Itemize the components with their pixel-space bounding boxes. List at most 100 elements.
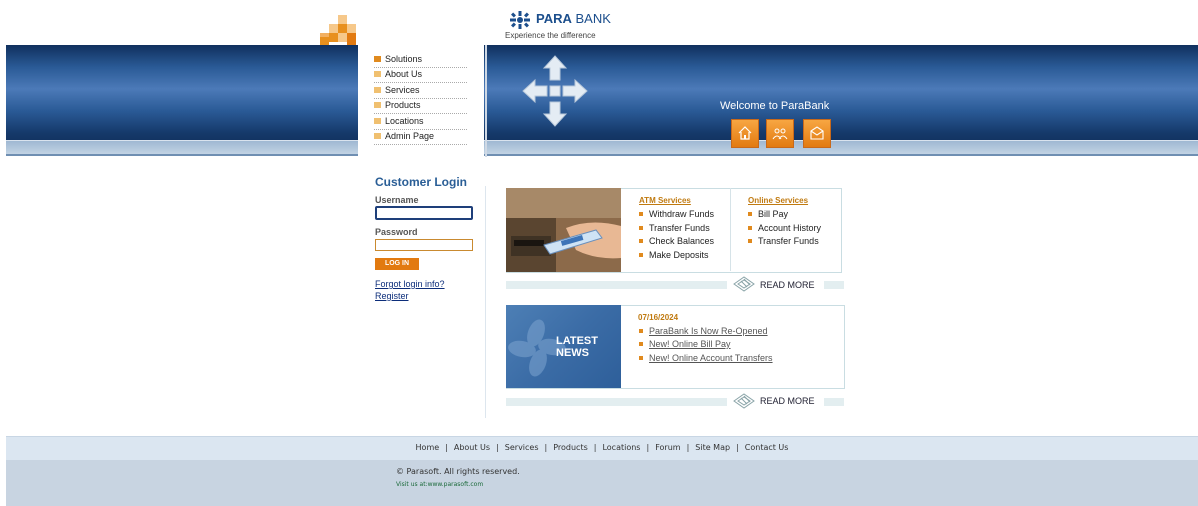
news-item-label: New! Online Bill Pay (649, 339, 731, 349)
news-item-label: New! Online Account Transfers (649, 353, 773, 363)
nav-label: Locations (385, 116, 424, 126)
footer-link-services[interactable]: Services (505, 443, 539, 452)
footer-link-forum[interactable]: Forum (655, 443, 680, 452)
news-item[interactable]: New! Online Bill Pay (639, 339, 731, 349)
footer-nav: Home | About Us | Services | Products | Location… (6, 436, 1198, 461)
footer-separator: | (646, 443, 650, 452)
about-button[interactable] (766, 119, 794, 148)
latest-news-label: LATEST NEWS (556, 335, 598, 359)
news-date: 07/16/2024 (638, 313, 679, 322)
atm-item[interactable]: Check Balances (639, 236, 714, 246)
username-input[interactable] (375, 206, 473, 220)
footer-separator: | (445, 443, 448, 452)
footer-separator: | (593, 443, 597, 452)
contact-button[interactable] (803, 119, 831, 148)
footer-link-contact-us[interactable]: Contact Us (745, 443, 789, 452)
online-item-label: Account History (758, 223, 822, 233)
footer-link-about-us[interactable]: About Us (454, 443, 490, 452)
bullet-icon (748, 212, 752, 216)
services-divider (730, 188, 731, 271)
atm-item[interactable]: Make Deposits (639, 250, 709, 260)
read-more-icon (733, 276, 755, 292)
contact-icon (810, 126, 824, 140)
register-link[interactable]: Register (375, 291, 409, 301)
visit-parasoft-link[interactable]: Visit us at:www.parasoft.com (396, 481, 483, 488)
nav-item-locations[interactable]: Locations (374, 114, 467, 130)
read-more-link[interactable]: READ MORE (760, 280, 815, 290)
atm-item[interactable]: Transfer Funds (639, 223, 710, 233)
about-icon (772, 128, 788, 140)
bullet-icon (748, 226, 752, 230)
nav-label: Admin Page (385, 131, 435, 141)
header-lower-stripe (6, 141, 1198, 154)
atm-photo (506, 188, 621, 272)
nav-label: Solutions (385, 54, 423, 64)
news-item[interactable]: ParaBank Is Now Re-Opened (639, 326, 768, 336)
password-input[interactable] (375, 239, 473, 251)
bullet-icon (639, 226, 643, 230)
nav-bullet-icon (374, 102, 381, 108)
parabank-emblem-icon (522, 55, 588, 127)
nav-bullet-icon (374, 87, 381, 93)
atm-item-label: Withdraw Funds (649, 209, 715, 219)
bullet-icon (639, 356, 643, 360)
nav-item-products[interactable]: Products (374, 98, 467, 114)
footer-link-products[interactable]: Products (553, 443, 588, 452)
home-icon (738, 126, 752, 140)
header-bottom-line (6, 154, 1198, 156)
nav-label: Services (385, 85, 420, 95)
nav-item-admin-page[interactable]: Admin Page (374, 129, 467, 145)
nav-label: Products (385, 100, 421, 110)
footer-separator: | (736, 443, 739, 452)
username-label: Username (375, 195, 419, 205)
online-item[interactable]: Bill Pay (748, 209, 788, 219)
news-item[interactable]: New! Online Account Transfers (639, 353, 773, 363)
content-divider (485, 186, 486, 418)
copyright-text: © Parasoft. All rights reserved. (396, 467, 520, 476)
password-label: Password (375, 227, 418, 237)
online-services-title[interactable]: Online Services (748, 196, 808, 205)
parabank-logo-icon (510, 11, 530, 29)
news-item-label: ParaBank Is Now Re-Opened (649, 326, 768, 336)
bullet-icon (748, 239, 752, 243)
footer-links: Home | About Us | Services | Products | Location… (6, 443, 1198, 452)
nav-bullet-icon (374, 118, 381, 124)
forgot-login-link[interactable]: Forgot login info? (375, 279, 445, 289)
nav-label: About Us (385, 69, 423, 79)
footer-separator: | (496, 443, 499, 452)
online-item[interactable]: Transfer Funds (748, 236, 819, 246)
bullet-icon (639, 212, 643, 216)
nav-bullet-icon (374, 133, 381, 139)
footer-link-locations[interactable]: Locations (602, 443, 640, 452)
header-banner (6, 45, 1198, 155)
nav-item-solutions[interactable]: Solutions (374, 52, 467, 68)
brand-tagline: Experience the difference (505, 31, 596, 40)
brand-logo[interactable]: PARA BANK Experience the difference (505, 11, 611, 40)
login-button[interactable]: LOG IN (375, 258, 419, 270)
read-more-link[interactable]: READ MORE (760, 396, 815, 406)
online-item-label: Bill Pay (758, 209, 789, 219)
footer-link-home[interactable]: Home (416, 443, 440, 452)
atm-item[interactable]: Withdraw Funds (639, 209, 714, 219)
bullet-icon (639, 239, 643, 243)
bullet-icon (639, 342, 643, 346)
brand-name: PARA BANK (536, 11, 611, 26)
login-title: Customer Login (375, 175, 467, 189)
bullet-icon (639, 329, 643, 333)
atm-services-title[interactable]: ATM Services (639, 196, 691, 205)
home-button[interactable] (731, 119, 759, 148)
nav-item-services[interactable]: Services (374, 83, 467, 99)
welcome-text: Welcome to ParaBank (720, 100, 830, 112)
nav-item-about-us[interactable]: About Us (374, 67, 467, 83)
nav-shadow (485, 45, 487, 157)
online-item-label: Transfer Funds (758, 236, 819, 246)
nav-bullet-icon (374, 71, 381, 77)
footer-link-site-map[interactable]: Site Map (695, 443, 730, 452)
bullet-icon (639, 253, 643, 257)
atm-item-label: Make Deposits (649, 250, 709, 260)
latest-news-image: LATEST NEWS (506, 305, 621, 388)
online-item[interactable]: Account History (748, 223, 821, 233)
footer-separator: | (544, 443, 548, 452)
atm-item-label: Check Balances (649, 236, 715, 246)
footer-bottom (6, 460, 1198, 506)
